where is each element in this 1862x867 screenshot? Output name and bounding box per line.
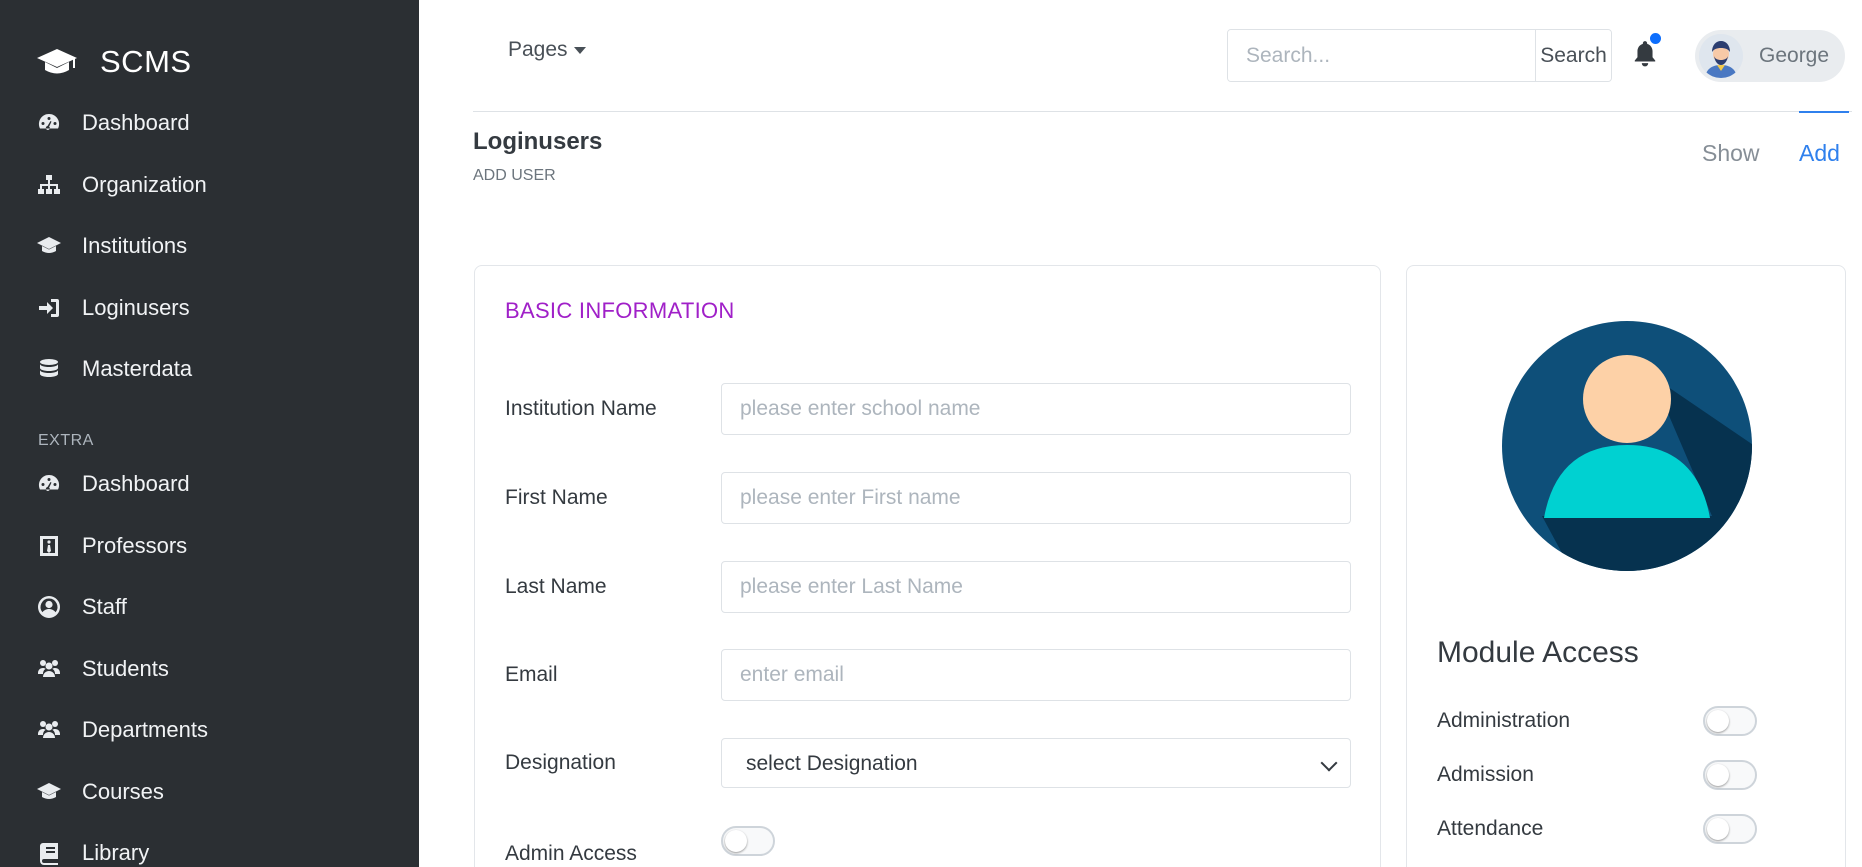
avatar bbox=[1699, 34, 1743, 78]
sidebar-item-departments[interactable]: Departments bbox=[36, 710, 208, 750]
administration-toggle[interactable] bbox=[1703, 706, 1757, 736]
toggle-knob bbox=[725, 830, 747, 852]
institution-name-input[interactable] bbox=[721, 383, 1351, 435]
last-name-row: Last Name bbox=[505, 561, 1352, 613]
sidebar-item-professors[interactable]: Professors bbox=[36, 526, 187, 566]
module-row-administration: Administration bbox=[1437, 704, 1757, 738]
sidebar-item-library[interactable]: Library bbox=[36, 833, 149, 867]
sidebar-item-extra-dashboard[interactable]: Dashboard bbox=[36, 464, 190, 504]
sidebar-item-dashboard[interactable]: Dashboard bbox=[36, 103, 190, 143]
sitemap-icon bbox=[36, 172, 62, 198]
designation-select[interactable]: select Designation bbox=[721, 738, 1351, 788]
sidebar-item-label: Students bbox=[82, 656, 169, 681]
sidebar-item-organization[interactable]: Organization bbox=[36, 165, 207, 205]
module-label: Admission bbox=[1437, 763, 1534, 786]
sidebar-item-label: Professors bbox=[82, 533, 188, 558]
database-icon bbox=[36, 356, 62, 382]
module-access-title: Module Access bbox=[1437, 636, 1639, 669]
last-name-label: Last Name bbox=[505, 575, 607, 598]
admin-access-toggle[interactable] bbox=[721, 826, 775, 856]
search-input[interactable] bbox=[1228, 30, 1535, 81]
bell-icon bbox=[1634, 41, 1656, 67]
email-input[interactable] bbox=[721, 649, 1351, 701]
sidebar-section-extra: EXTRA bbox=[38, 432, 94, 449]
admission-toggle[interactable] bbox=[1703, 760, 1757, 790]
module-label: Administration bbox=[1437, 709, 1571, 732]
user-placeholder-icon bbox=[1502, 321, 1752, 571]
sidebar-item-institutions[interactable]: Institutions bbox=[36, 226, 187, 266]
sidebar: SCMS Dashboard Organization Institutions… bbox=[0, 0, 419, 867]
search-button[interactable]: Search bbox=[1535, 30, 1611, 81]
tab-add[interactable]: Add bbox=[1799, 140, 1840, 167]
sidebar-item-label: Organization bbox=[82, 172, 207, 197]
tab-active-indicator bbox=[1799, 111, 1849, 113]
designation-label: Designation bbox=[505, 751, 616, 774]
sidebar-item-label: Staff bbox=[82, 594, 127, 619]
institution-name-row: Institution Name bbox=[505, 383, 1352, 435]
designation-select-wrap: select Designation bbox=[721, 738, 1351, 788]
users-icon bbox=[36, 717, 62, 743]
dashboard-icon bbox=[36, 110, 62, 136]
graduation-cap-icon bbox=[36, 779, 62, 805]
basic-info-card: BASIC INFORMATION Institution Name First… bbox=[474, 265, 1381, 867]
sidebar-item-label: Loginusers bbox=[82, 295, 190, 320]
first-name-label: First Name bbox=[505, 486, 608, 509]
caret-down-icon bbox=[573, 46, 586, 54]
header-divider bbox=[473, 111, 1852, 112]
sidebar-item-label: Library bbox=[82, 840, 150, 865]
notification-dot bbox=[1650, 33, 1661, 44]
sidebar-item-students[interactable]: Students bbox=[36, 649, 169, 689]
users-icon bbox=[36, 656, 62, 682]
toggle-knob bbox=[1707, 764, 1729, 786]
search-group: Search bbox=[1227, 29, 1612, 82]
brand-name: SCMS bbox=[100, 44, 192, 79]
id-badge-icon bbox=[36, 533, 62, 559]
sidebar-item-staff[interactable]: Staff bbox=[36, 587, 127, 627]
sidebar-item-label: Courses bbox=[82, 779, 164, 804]
institution-name-label: Institution Name bbox=[505, 397, 657, 420]
module-row-attendance: Attendance bbox=[1437, 812, 1757, 846]
page-subtitle: ADD USER bbox=[473, 167, 556, 184]
toggle-knob bbox=[1707, 818, 1729, 840]
app-root: SCMS Dashboard Organization Institutions… bbox=[0, 0, 1862, 867]
user-avatar-icon bbox=[1699, 34, 1743, 78]
first-name-input[interactable] bbox=[721, 472, 1351, 524]
admin-access-label: Admin Access bbox=[505, 842, 637, 865]
sidebar-item-label: Dashboard bbox=[82, 110, 190, 135]
last-name-input[interactable] bbox=[721, 561, 1351, 613]
pages-label: Pages bbox=[508, 38, 568, 61]
sidebar-item-label: Departments bbox=[82, 717, 208, 742]
module-label: Attendance bbox=[1437, 817, 1544, 840]
sidebar-item-label: Dashboard bbox=[82, 471, 190, 496]
user-name: George bbox=[1759, 44, 1830, 67]
graduation-cap-icon bbox=[36, 233, 62, 259]
book-icon bbox=[36, 840, 62, 866]
email-row: Email bbox=[505, 649, 1352, 701]
first-name-row: First Name bbox=[505, 472, 1352, 524]
page-title: Loginusers bbox=[473, 128, 603, 155]
user-menu[interactable]: George bbox=[1695, 30, 1845, 82]
tab-show[interactable]: Show bbox=[1702, 140, 1760, 167]
sidebar-item-courses[interactable]: Courses bbox=[36, 772, 164, 812]
email-label: Email bbox=[505, 663, 558, 686]
graduation-cap-icon bbox=[37, 49, 77, 74]
module-access-card: Module Access Administration Admission A… bbox=[1406, 265, 1846, 867]
sidebar-item-label: Masterdata bbox=[82, 356, 193, 381]
sidebar-item-masterdata[interactable]: Masterdata bbox=[36, 349, 192, 389]
toggle-knob bbox=[1707, 710, 1729, 732]
sidebar-item-label: Institutions bbox=[82, 233, 188, 258]
notifications-button[interactable] bbox=[1632, 33, 1661, 70]
sidebar-item-loginusers[interactable]: Loginusers bbox=[36, 288, 190, 328]
designation-row: Designation select Designation bbox=[505, 738, 1352, 788]
dashboard-icon bbox=[36, 471, 62, 497]
brand[interactable]: SCMS bbox=[36, 40, 192, 84]
pages-dropdown[interactable]: Pages bbox=[508, 38, 586, 62]
admin-access-row: Admin Access bbox=[505, 826, 1352, 867]
module-row-admission: Admission bbox=[1437, 758, 1757, 792]
attendance-toggle[interactable] bbox=[1703, 814, 1757, 844]
user-circle-icon bbox=[36, 594, 62, 620]
basic-info-title: BASIC INFORMATION bbox=[505, 298, 735, 323]
sign-in-icon bbox=[36, 295, 62, 321]
